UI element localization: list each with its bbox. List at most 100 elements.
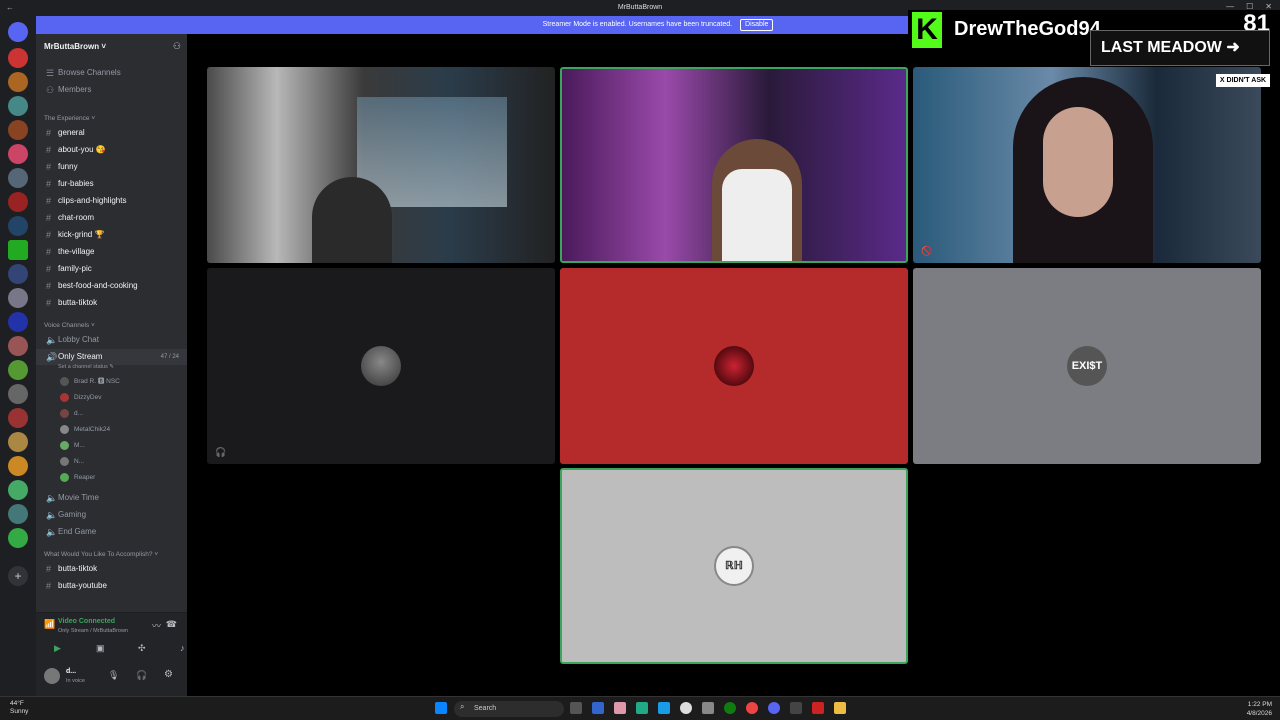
- disconnect-icon[interactable]: ☎: [166, 619, 177, 630]
- add-server-icon[interactable]: +: [8, 566, 28, 586]
- app-icon[interactable]: [592, 702, 604, 714]
- settings-icon[interactable]: ⚙: [164, 669, 173, 680]
- server-icon[interactable]: [8, 168, 28, 188]
- server-icon[interactable]: [8, 312, 28, 332]
- channel-status[interactable]: Set a channel status ✎: [58, 364, 114, 370]
- app-icon[interactable]: [812, 702, 824, 714]
- server-icon[interactable]: [8, 72, 28, 92]
- voice-channel-end-game[interactable]: 🔈 End Game: [36, 524, 187, 540]
- channel-item[interactable]: # general: [36, 125, 187, 141]
- voice-member[interactable]: M...: [60, 439, 85, 453]
- channel-item[interactable]: # about-you 😘: [36, 142, 187, 158]
- speaker-icon: 🔈: [46, 510, 58, 520]
- camera-icon[interactable]: ▶: [54, 643, 61, 654]
- xbox-icon[interactable]: [724, 702, 736, 714]
- members-icon: ⚇: [46, 85, 55, 95]
- voice-member[interactable]: N...: [60, 455, 84, 469]
- noise-suppression-icon[interactable]: 〰: [152, 619, 161, 632]
- server-icon[interactable]: [8, 96, 28, 116]
- channel-item[interactable]: # fur-babies: [36, 176, 187, 192]
- app-icon[interactable]: [636, 702, 648, 714]
- video-grid: 🚫 🎧 EXI$T ℝℍ: [187, 34, 1280, 696]
- category-voice[interactable]: Voice Channels ˅: [44, 322, 95, 329]
- system-clock[interactable]: 1:22 PM 4/8/2026: [1247, 700, 1272, 718]
- channel-item[interactable]: # kick-grind 🏆: [36, 227, 187, 243]
- server-icon[interactable]: [8, 216, 28, 236]
- browse-channels[interactable]: ☰ Browse Channels: [36, 65, 187, 81]
- face-shape: [1043, 107, 1113, 217]
- voice-channel-movie[interactable]: 🔈 Movie Time: [36, 490, 187, 506]
- voice-channel-lobby[interactable]: 🔈 Lobby Chat: [36, 332, 187, 348]
- server-icon[interactable]: [8, 480, 28, 500]
- voice-member[interactable]: MetalChik24: [60, 423, 110, 437]
- server-icon[interactable]: [8, 264, 28, 284]
- channel-butta-tiktok[interactable]: # butta-tiktok: [36, 561, 187, 577]
- weather-widget[interactable]: 44°F Sunny: [10, 700, 28, 716]
- server-icon[interactable]: [8, 360, 28, 380]
- windows-start-icon[interactable]: [435, 702, 447, 714]
- server-icon[interactable]: [8, 408, 28, 428]
- screen-share-icon[interactable]: ▣: [96, 643, 105, 654]
- voice-member[interactable]: DizzyDev: [60, 391, 101, 405]
- channel-item[interactable]: # family-pic: [36, 261, 187, 277]
- task-view-icon[interactable]: [570, 702, 582, 714]
- hash-icon: #: [46, 196, 52, 206]
- server-icon[interactable]: [8, 432, 28, 452]
- avatar[interactable]: [44, 668, 60, 684]
- settings-app-icon[interactable]: [702, 702, 714, 714]
- soundboard-icon[interactable]: ♪: [180, 643, 185, 653]
- server-icon[interactable]: [8, 504, 28, 524]
- video-tile-speaker[interactable]: [560, 67, 908, 263]
- app-icon[interactable]: [680, 702, 692, 714]
- server-name[interactable]: MrButtaBrown ˅: [44, 42, 106, 51]
- server-icon[interactable]: [8, 336, 28, 356]
- discord-icon[interactable]: [768, 702, 780, 714]
- hash-icon: #: [46, 281, 52, 291]
- voice-channel-gaming[interactable]: 🔈 Gaming: [36, 507, 187, 523]
- home-icon[interactable]: [8, 22, 28, 42]
- video-tile-avatar-helmet[interactable]: 🎧: [207, 268, 555, 464]
- edge-icon[interactable]: [658, 702, 670, 714]
- kick-server-icon[interactable]: [8, 240, 28, 260]
- headphones-icon[interactable]: 🎧: [136, 670, 147, 681]
- channel-item[interactable]: # funny: [36, 159, 187, 175]
- microphone-icon[interactable]: 🎙: [108, 670, 119, 681]
- app-icon[interactable]: [790, 702, 802, 714]
- category-experience[interactable]: The Experience ˅: [44, 115, 95, 122]
- server-icon[interactable]: [8, 144, 28, 164]
- activities-icon[interactable]: ✣: [138, 643, 146, 654]
- hash-icon: #: [46, 128, 52, 138]
- channel-item[interactable]: # the-village: [36, 244, 187, 260]
- hash-icon: #: [46, 298, 52, 308]
- file-explorer-icon[interactable]: [614, 702, 626, 714]
- person-plus-icon[interactable]: ⚇: [173, 41, 181, 52]
- disable-button[interactable]: Disable: [740, 19, 774, 31]
- server-icon[interactable]: [8, 288, 28, 308]
- channel-item[interactable]: # clips-and-highlights: [36, 193, 187, 209]
- server-icon[interactable]: [8, 192, 28, 212]
- video-tile-room[interactable]: [207, 67, 555, 263]
- server-icon[interactable]: [8, 120, 28, 140]
- app-icon[interactable]: [834, 702, 846, 714]
- search-box[interactable]: Search: [454, 701, 564, 717]
- voice-member[interactable]: Reaper: [60, 471, 95, 485]
- video-tile-avatar-red[interactable]: [560, 268, 908, 464]
- channel-item[interactable]: # best-food-and-cooking: [36, 278, 187, 294]
- voice-channel-only-stream[interactable]: 🔊 Only Stream 47 / 24: [36, 349, 187, 365]
- category-accomplish[interactable]: What Would You Like To Accomplish? ˅: [44, 551, 158, 558]
- chrome-icon[interactable]: [746, 702, 758, 714]
- video-tile-avatar-exist[interactable]: EXI$T: [913, 268, 1261, 464]
- video-tile-avatar-rh[interactable]: ℝℍ: [560, 468, 908, 664]
- voice-member[interactable]: d...: [60, 407, 83, 421]
- channel-butta-youtube[interactable]: # butta-youtube: [36, 578, 187, 594]
- server-icon[interactable]: [8, 456, 28, 476]
- server-icon[interactable]: [8, 384, 28, 404]
- video-tile-streamer[interactable]: 🚫: [913, 67, 1261, 263]
- user-panel: d... In voice 🎙 🎧 ⚙: [36, 658, 187, 696]
- channel-item[interactable]: # butta-tiktok: [36, 295, 187, 311]
- voice-member[interactable]: Brad R. 🅱 NSC: [60, 375, 120, 389]
- server-icon[interactable]: [8, 48, 28, 68]
- server-icon[interactable]: [8, 528, 28, 548]
- channel-item[interactable]: # chat-room: [36, 210, 187, 226]
- members-link[interactable]: ⚇ Members: [36, 82, 187, 98]
